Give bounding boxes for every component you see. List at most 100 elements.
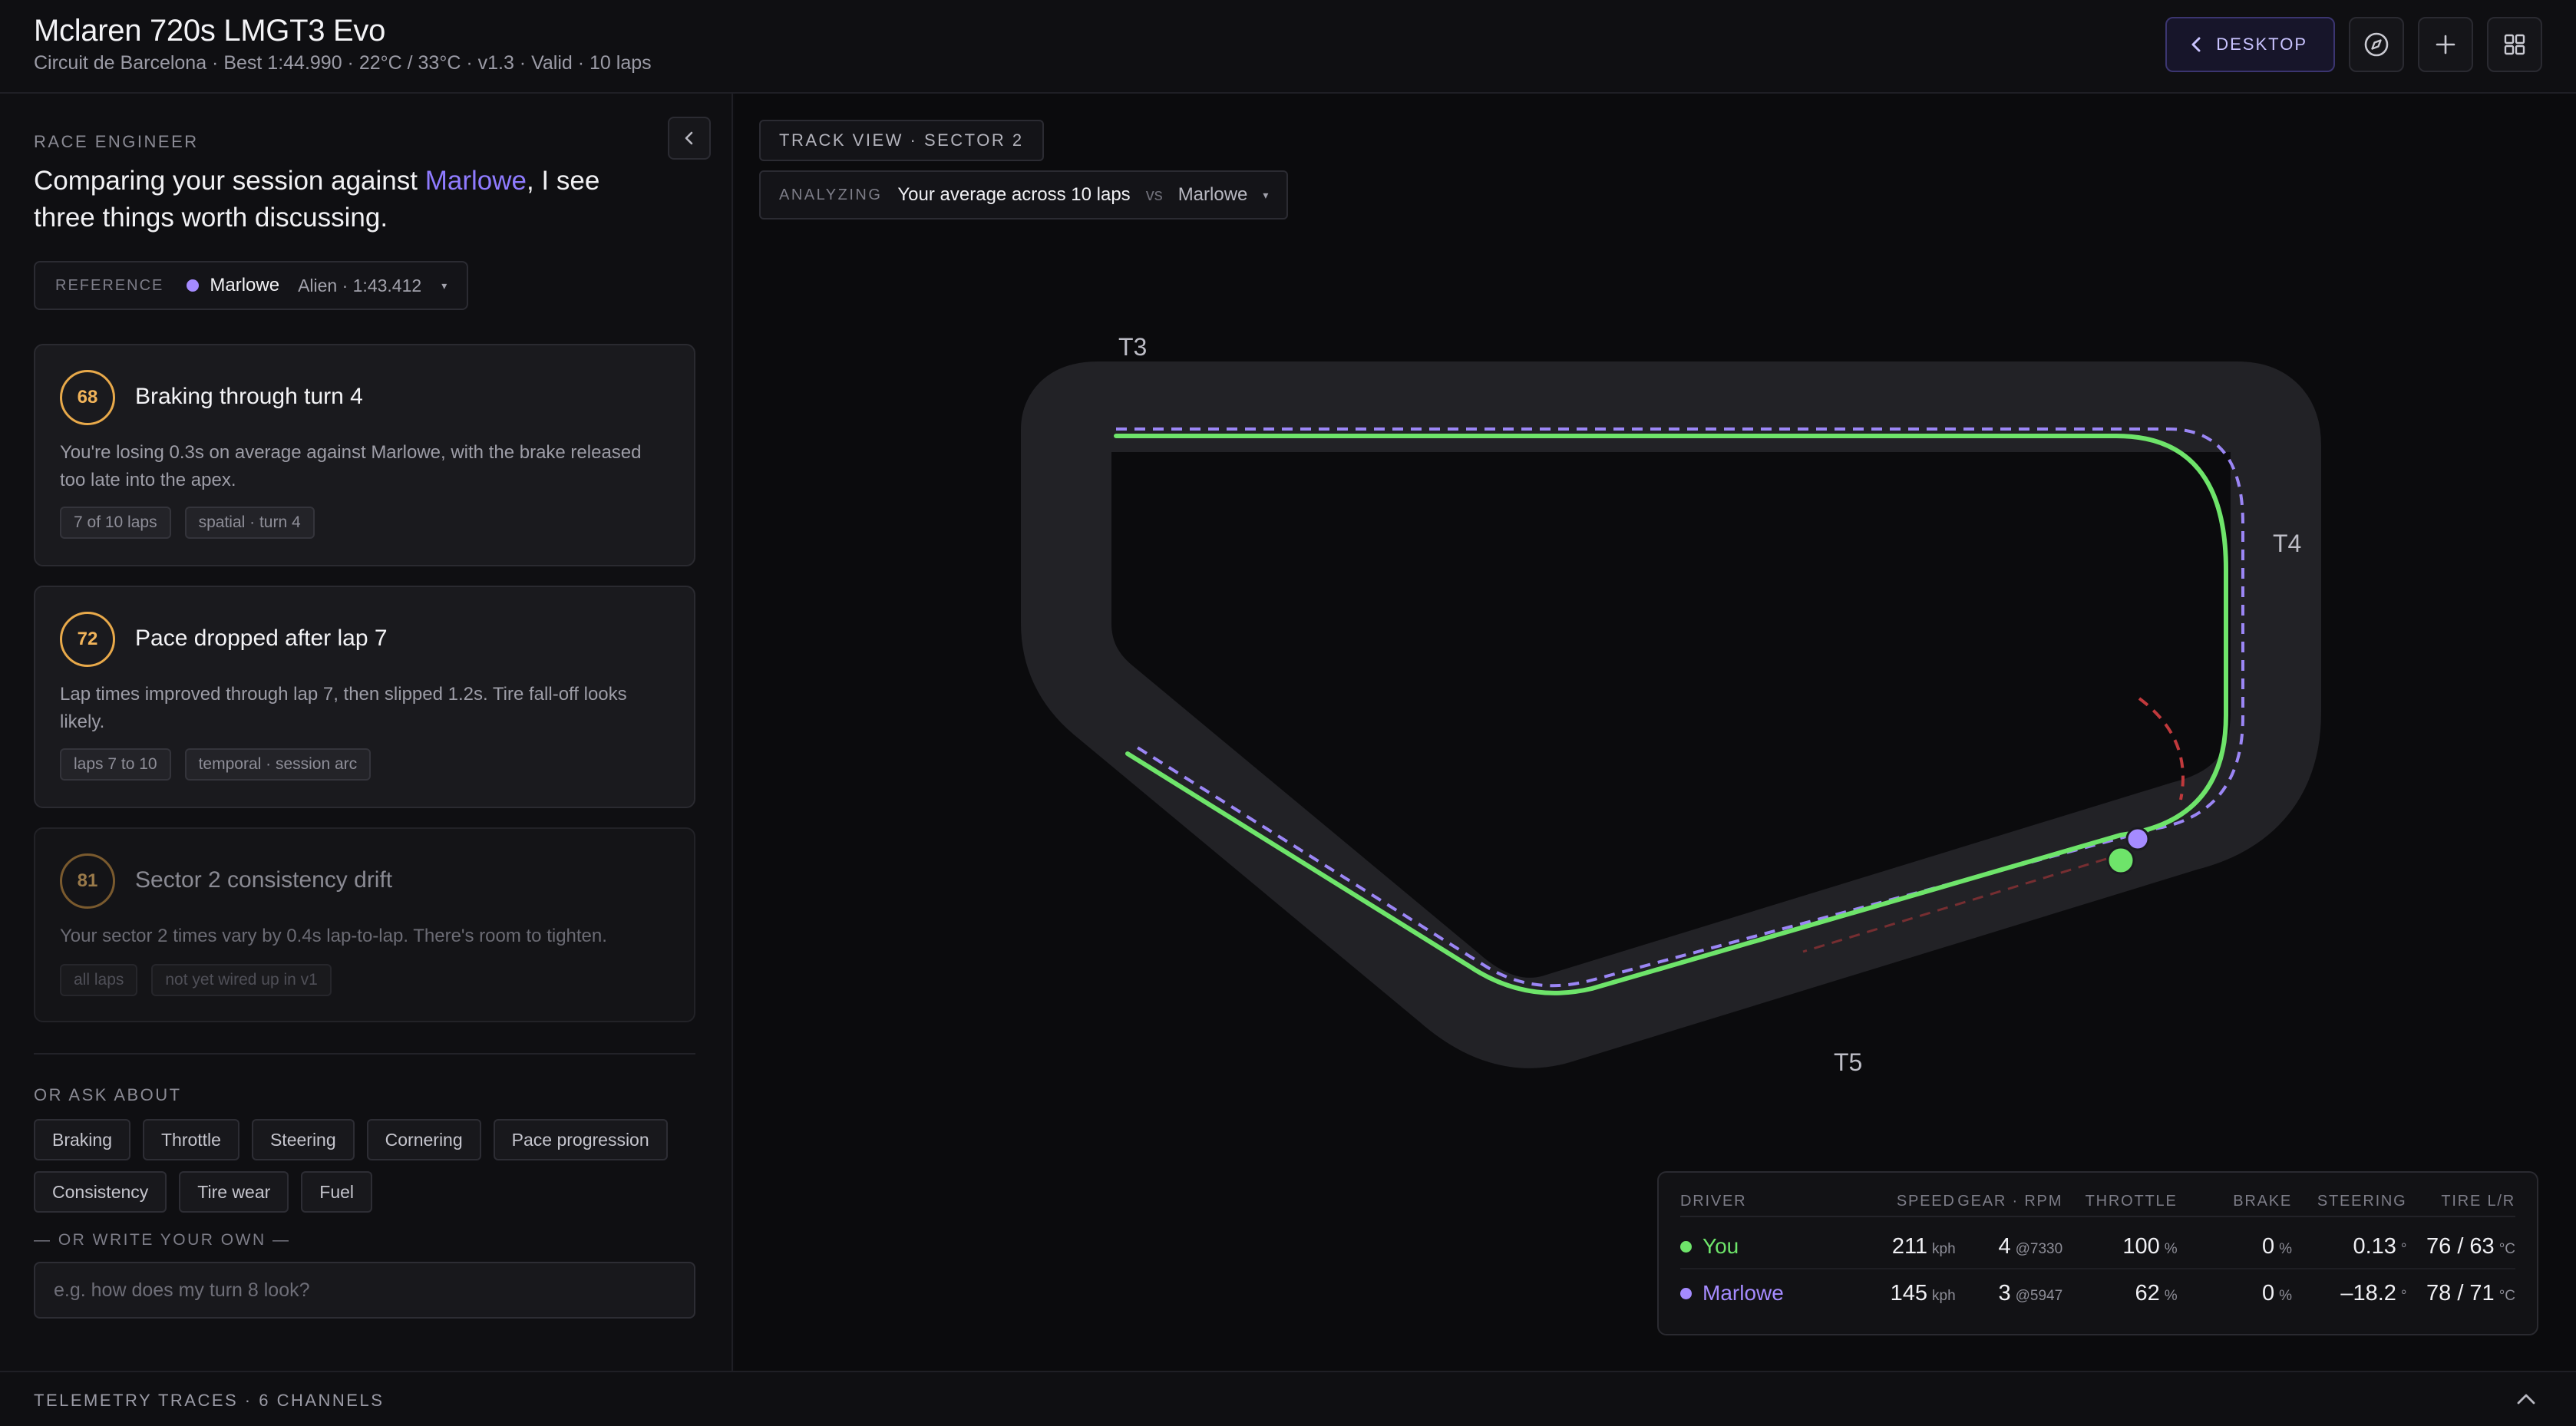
compass-button[interactable] [2349, 17, 2404, 72]
telemetry-traces-label: TELEMETRY TRACES · 6 CHANNELS [34, 1391, 385, 1410]
throttle-unit: % [2164, 1240, 2178, 1257]
chip-fuel[interactable]: Fuel [301, 1171, 373, 1213]
insight-card-pace[interactable]: 72 Pace dropped after lap 7 Lap times im… [34, 586, 695, 808]
compass-icon [2364, 32, 2389, 57]
insight-tag: 7 of 10 laps [60, 507, 171, 539]
brake-value: 0 [2262, 1233, 2275, 1259]
steering-value: –18.2 [2340, 1280, 2396, 1306]
tire-unit: °C [2498, 1287, 2516, 1304]
insight-tags: all laps not yet wired up in v1 [60, 964, 332, 996]
insight-card-consistency: 81 Sector 2 consistency drift Your secto… [34, 827, 695, 1022]
brake-value: 0 [2262, 1280, 2275, 1306]
driver-color-dot [1680, 1240, 1692, 1253]
chevron-down-icon: ▾ [441, 279, 447, 292]
desktop-button-label: DESKTOP [2216, 35, 2307, 54]
collapse-panel-button[interactable] [668, 117, 711, 160]
insight-tag: temporal · session arc [184, 748, 372, 781]
desktop-button[interactable]: DESKTOP [2165, 17, 2335, 72]
chip-pace-progression[interactable]: Pace progression [493, 1119, 668, 1160]
reference-name: Marlowe [210, 275, 280, 295]
driver-name: Marlowe [1702, 1281, 1784, 1305]
page-title: Mclaren 720s LMGT3 Evo [34, 14, 386, 48]
table-row: You 211 kph 4 @7330 100% 0% 0.13 ° 76 / 63 °… [1680, 1225, 2515, 1269]
rpm-value: @5947 [2015, 1287, 2063, 1304]
track-asphalt [1021, 361, 2321, 1068]
speed-value: 145 [1890, 1280, 1928, 1306]
throttle-cell: 100% [2062, 1234, 2177, 1259]
steering-value: 0.13 [2353, 1233, 2396, 1259]
brake-cell: 0% [2178, 1281, 2292, 1306]
race-engineer-panel: RACE ENGINEER Comparing your session aga… [0, 94, 733, 1371]
insight-score: 68 [60, 370, 115, 425]
table-header: DRIVER SPEED GEAR · RPM THROTTLE BRAKE S… [1680, 1187, 2515, 1217]
panel-label: RACE ENGINEER [34, 132, 199, 151]
speed-unit: kph [1932, 1287, 1956, 1304]
insight-body: Lap times improved through lap 7, then s… [60, 684, 627, 732]
app-header: Mclaren 720s LMGT3 Evo Circuit de Barcel… [0, 0, 2576, 94]
column-header: DRIVER [1680, 1192, 1747, 1210]
insight-body: You're losing 0.3s on average against Ma… [60, 442, 642, 490]
insight-tags: laps 7 to 10 temporal · session arc [60, 748, 372, 781]
telemetry-traces-bar[interactable]: TELEMETRY TRACES · 6 CHANNELS [0, 1371, 2576, 1426]
tire-value: 76 / 63 [2426, 1233, 2495, 1259]
chip-tire-wear[interactable]: Tire wear [179, 1171, 289, 1213]
driver-cell: You [1680, 1234, 1856, 1259]
insight-card-braking[interactable]: 68 Braking through turn 4 You're losing … [34, 344, 695, 566]
turn-label-t4: T4 [2273, 530, 2302, 557]
driver-name: You [1702, 1234, 1739, 1258]
session-summary: Circuit de Barcelona · Best 1:44.990 · 2… [34, 52, 652, 74]
chip-consistency[interactable]: Consistency [34, 1171, 167, 1213]
grid-icon [2504, 34, 2525, 55]
column-header: TIRE L/R [2441, 1192, 2516, 1210]
ask-question-input[interactable] [34, 1262, 695, 1319]
gear-value: 4 [1998, 1233, 2011, 1259]
insight-title: Pace dropped after lap 7 [135, 626, 388, 651]
divider [34, 1053, 695, 1055]
reference-color-dot [187, 279, 200, 292]
chip-steering[interactable]: Steering [251, 1119, 355, 1160]
add-button[interactable] [2418, 17, 2473, 72]
throttle-unit: % [2164, 1287, 2178, 1304]
reference-meta: Alien · 1:43.412 [298, 275, 422, 295]
brake-cell: 0% [2178, 1234, 2292, 1259]
brake-unit: % [2279, 1287, 2293, 1304]
chip-braking[interactable]: Braking [34, 1119, 130, 1160]
header-actions: DESKTOP [2165, 17, 2542, 72]
gear-cell: 3 @5947 [1956, 1281, 2062, 1306]
insight-tag: spatial · turn 4 [184, 507, 315, 539]
driver-cell: Marlowe [1680, 1281, 1856, 1306]
tire-value: 78 / 71 [2426, 1280, 2495, 1306]
column-header: STEERING [2317, 1192, 2407, 1210]
track-map [1021, 361, 2321, 1068]
tire-cell: 76 / 63 °C [2407, 1234, 2515, 1259]
insight-tag: not yet wired up in v1 [151, 964, 332, 996]
chip-throttle[interactable]: Throttle [142, 1119, 239, 1160]
insight-title: Braking through turn 4 [135, 384, 363, 409]
reference-label: REFERENCE [55, 276, 164, 294]
topic-chips: Braking Throttle Steering Cornering Pace… [34, 1119, 695, 1213]
chevron-up-icon[interactable] [2515, 1388, 2538, 1411]
brake-unit: % [2279, 1240, 2293, 1257]
turn-label-t5: T5 [1834, 1048, 1863, 1076]
plus-icon [2436, 35, 2455, 54]
steering-unit: ° [2400, 1287, 2407, 1304]
speed-cell: 145 kph [1856, 1281, 1956, 1306]
chip-cornering[interactable]: Cornering [366, 1119, 481, 1160]
speed-unit: kph [1932, 1240, 1956, 1257]
gear-cell: 4 @7330 [1956, 1234, 2062, 1259]
your-car-marker [2106, 846, 2135, 875]
throttle-value: 100 [2122, 1233, 2160, 1259]
telemetry-table: DRIVER SPEED GEAR · RPM THROTTLE BRAKE S… [1657, 1171, 2538, 1335]
layout-grid-button[interactable] [2487, 17, 2542, 72]
speed-cell: 211 kph [1856, 1234, 1956, 1259]
write-own-label: — OR WRITE YOUR OWN — [34, 1231, 291, 1249]
steering-cell: 0.13 ° [2292, 1234, 2406, 1259]
steering-cell: –18.2 ° [2292, 1281, 2406, 1306]
rpm-value: @7330 [2015, 1240, 2063, 1257]
reference-driver-name: Marlowe [424, 166, 527, 196]
table-row: Marlowe 145 kph 3 @5947 62% 0% –18.2 ° 78 /… [1680, 1271, 2515, 1315]
reference-selector[interactable]: REFERENCE Marlowe Alien · 1:43.412 ▾ [34, 261, 469, 310]
chevron-left-icon [2191, 37, 2201, 52]
column-header: THROTTLE [2085, 1192, 2178, 1210]
intro-text: Comparing your session against [34, 166, 425, 196]
